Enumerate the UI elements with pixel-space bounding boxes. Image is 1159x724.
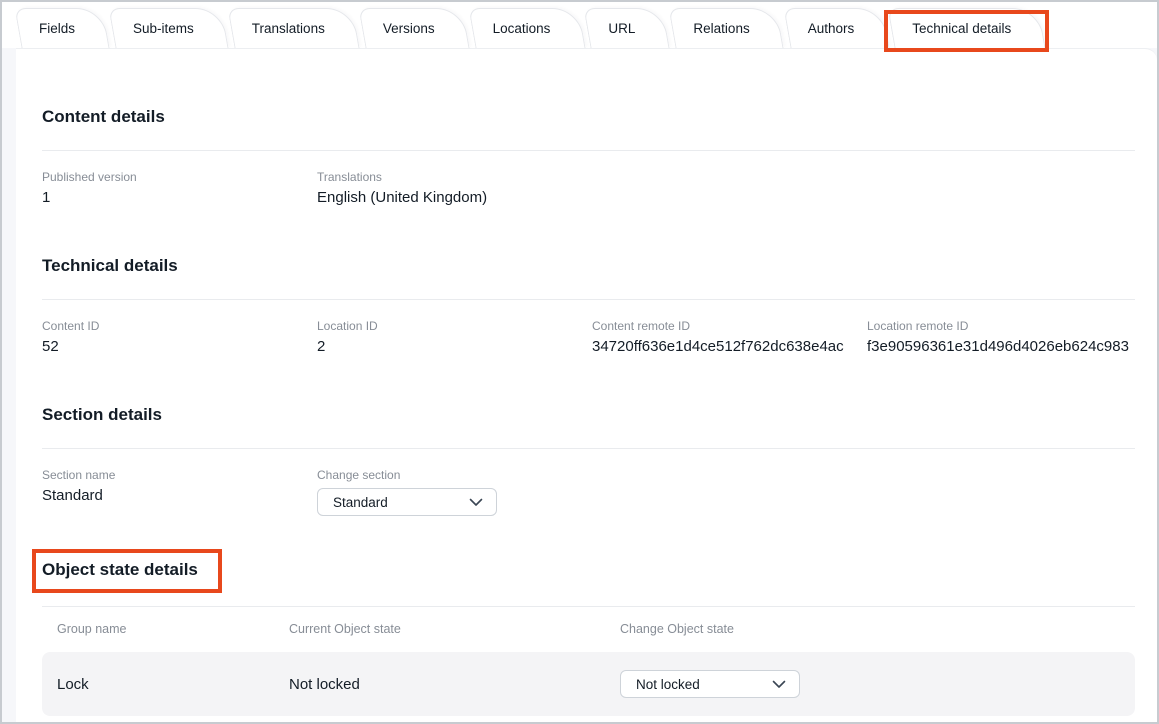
object-state-details-title: Object state details — [42, 560, 198, 580]
tab-relations[interactable]: Relations — [672, 8, 780, 48]
content-details-title: Content details — [42, 107, 1135, 127]
field-label: Content ID — [42, 319, 317, 333]
field-value: 2 — [317, 338, 592, 356]
selected-option-label: Standard — [333, 495, 388, 510]
tab-label: Sub-items — [133, 21, 194, 36]
tab-label: Versions — [383, 21, 435, 36]
field-location-remote-id: Location remote ID f3e90596361e31d496d40… — [867, 319, 1135, 356]
chevron-down-icon — [772, 680, 786, 689]
field-value: English (United Kingdom) — [317, 189, 592, 207]
field-content-id: Content ID 52 — [42, 319, 317, 356]
field-label: Location remote ID — [867, 319, 1135, 333]
left-gutter — [2, 48, 16, 722]
column-header-group-name: Group name — [57, 622, 289, 636]
field-content-remote-id: Content remote ID 34720ff636e1d4ce512f76… — [592, 319, 867, 356]
section-section-details: Section details Section name Standard Ch… — [42, 405, 1135, 516]
column-header-current-object-state: Current Object state — [289, 622, 620, 636]
field-label: Location ID — [317, 319, 592, 333]
tab-label: Authors — [808, 21, 855, 36]
field-location-id: Location ID 2 — [317, 319, 592, 356]
cell-current-object-state: Not locked — [289, 676, 620, 693]
divider — [42, 150, 1135, 151]
divider — [42, 448, 1135, 449]
field-translations: Translations English (United Kingdom) — [317, 170, 592, 207]
tab-label: Translations — [252, 21, 325, 36]
tab-translations[interactable]: Translations — [231, 8, 356, 48]
field-label: Published version — [42, 170, 317, 184]
tab-label: Relations — [693, 21, 749, 36]
technical-details-title: Technical details — [42, 256, 1135, 276]
field-label: Content remote ID — [592, 319, 867, 333]
selected-option-label: Not locked — [636, 677, 700, 692]
annotation-highlight-object-state-heading: Object state details — [32, 549, 222, 593]
technical-details-screen: Fields Sub-items Translations Versions L… — [0, 0, 1159, 724]
tab-label: Locations — [493, 21, 551, 36]
field-value: 52 — [42, 338, 317, 356]
change-section-select[interactable]: Standard — [317, 488, 497, 516]
tab-fields[interactable]: Fields — [18, 8, 106, 48]
field-value: f3e90596361e31d496d4026eb624c983 — [867, 338, 1135, 356]
tab-label: Fields — [39, 21, 75, 36]
field-value: 1 — [42, 189, 317, 207]
section-technical-details: Technical details Content ID 52 Location… — [42, 256, 1135, 356]
tab-technical-details[interactable]: Technical details — [891, 8, 1042, 48]
content-panel: Content details Published version 1 Tran… — [16, 48, 1157, 722]
tab-sub-items[interactable]: Sub-items — [112, 8, 225, 48]
field-value: Standard — [42, 487, 317, 505]
section-object-state-details: Object state details Group name Current … — [42, 516, 1135, 716]
field-label: Translations — [317, 170, 592, 184]
section-details-title: Section details — [42, 405, 1135, 425]
tab-versions[interactable]: Versions — [362, 8, 466, 48]
field-value: 34720ff636e1d4ce512f762dc638e4ac — [592, 338, 867, 356]
tab-url[interactable]: URL — [587, 8, 666, 48]
change-object-state-select[interactable]: Not locked — [620, 670, 800, 698]
tab-authors[interactable]: Authors — [787, 8, 886, 48]
chevron-down-icon — [469, 498, 483, 507]
divider — [42, 299, 1135, 300]
table-header-row: Group name Current Object state Change O… — [42, 607, 1135, 652]
tab-locations[interactable]: Locations — [472, 8, 582, 48]
table-row: Lock Not locked Not locked — [42, 652, 1135, 716]
field-label: Section name — [42, 468, 317, 482]
column-header-change-object-state: Change Object state — [620, 622, 1135, 636]
tab-label: URL — [608, 21, 635, 36]
section-content-details: Content details Published version 1 Tran… — [42, 107, 1135, 207]
field-change-section: Change section Standard — [317, 468, 592, 516]
field-label: Change section — [317, 468, 592, 482]
content-tabbar: Fields Sub-items Translations Versions L… — [18, 8, 1157, 48]
tab-label: Technical details — [912, 21, 1011, 36]
field-published-version: Published version 1 — [42, 170, 317, 207]
object-state-table: Group name Current Object state Change O… — [42, 606, 1135, 716]
cell-group-name: Lock — [57, 676, 289, 693]
field-section-name: Section name Standard — [42, 468, 317, 516]
